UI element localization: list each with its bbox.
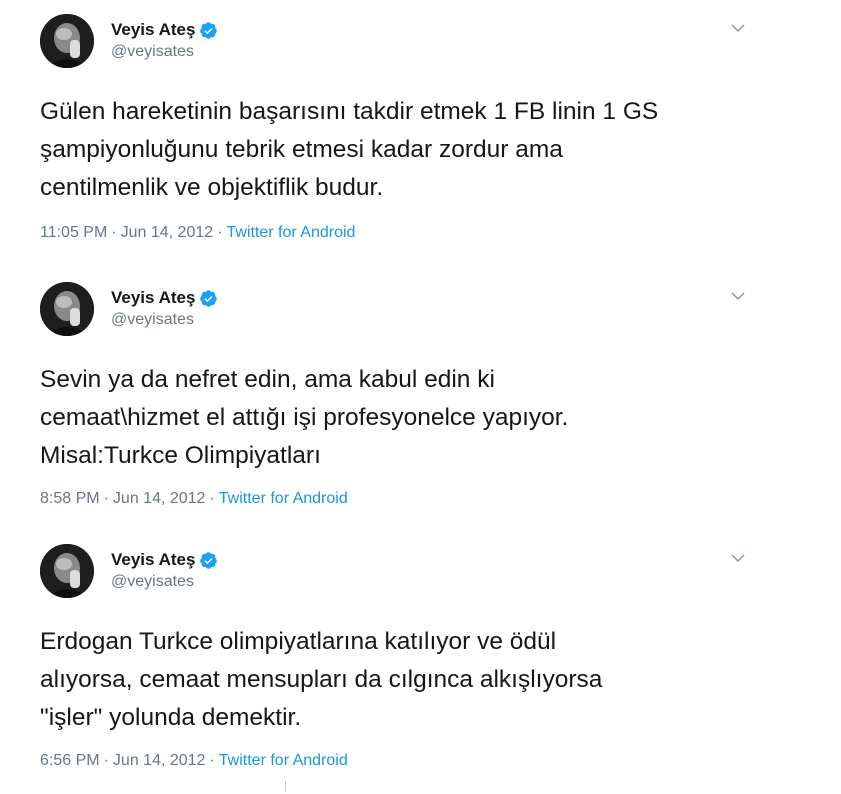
avatar-image — [40, 544, 94, 598]
author-handle[interactable]: @veyisates — [111, 573, 194, 591]
tweet-date[interactable]: Jun 14, 2012 — [121, 224, 214, 241]
avatar[interactable] — [40, 282, 94, 336]
verified-badge-icon — [199, 21, 218, 40]
tweet-text: Erdogan Turkce olimpiyatlarına katılıyor… — [40, 623, 800, 737]
tweet-text-line: alıyorsa, cemaat mensupları da cılgınca … — [40, 666, 603, 693]
chevron-down-icon[interactable] — [728, 286, 748, 306]
tweet-time[interactable]: 6:56 PM — [40, 752, 100, 769]
avatar[interactable] — [40, 14, 94, 68]
meta-separator: · — [103, 490, 109, 507]
meta-separator: · — [217, 224, 223, 241]
tweet-time[interactable]: 8:58 PM — [40, 490, 100, 507]
avatar-image — [40, 282, 94, 336]
tweet-date[interactable]: Jun 14, 2012 — [113, 752, 206, 769]
tweet-time[interactable]: 11:05 PM — [40, 224, 107, 241]
tweet-text-line: Sevin ya da nefret edin, ama kabul edin … — [40, 366, 495, 393]
display-name[interactable]: Veyis Ateş — [111, 288, 195, 308]
meta-separator: · — [209, 490, 215, 507]
verified-badge-icon — [199, 551, 218, 570]
tweet-date[interactable]: Jun 14, 2012 — [113, 490, 206, 507]
chevron-down-icon[interactable] — [728, 18, 748, 38]
meta-separator: · — [111, 224, 117, 241]
meta-separator: · — [209, 752, 215, 769]
tweet-text-line: cemaat\hizmet el attığı işi profesyonelc… — [40, 404, 569, 431]
display-name[interactable]: Veyis Ateş — [111, 550, 195, 570]
verified-badge-icon — [199, 289, 218, 308]
tweet-source-link[interactable]: Twitter for Android — [219, 752, 348, 769]
author-handle[interactable]: @veyisates — [111, 43, 194, 61]
tweet-text-line: Gülen hareketinin başarısını takdir etme… — [40, 98, 659, 125]
tweet-source-link[interactable]: Twitter for Android — [219, 490, 348, 507]
tweet-text: Sevin ya da nefret edin, ama kabul edin … — [40, 361, 800, 475]
display-name[interactable]: Veyis Ateş — [111, 20, 195, 40]
chevron-down-icon[interactable] — [728, 548, 748, 568]
author-row: Veyis Ateş — [111, 549, 218, 571]
meta-separator: · — [103, 752, 109, 769]
avatar-image — [40, 14, 94, 68]
tweet-text-line: centilmenlik ve objektiflik budur. — [40, 174, 384, 201]
tweet-meta: 6:56 PM · Jun 14, 2012 · Twitter for Android — [40, 752, 348, 770]
tweet-text-line: şampiyonluğunu tebrik etmesi kadar zordu… — [40, 136, 563, 163]
tweet-text-line: "işler" yolunda demektir. — [40, 704, 302, 731]
tweet-text: Gülen hareketinin başarısını takdir etme… — [40, 93, 800, 207]
tweet-text-line: Erdogan Turkce olimpiyatlarına katılıyor… — [40, 628, 557, 655]
author-handle[interactable]: @veyisates — [111, 311, 194, 329]
tweet-meta: 11:05 PM · Jun 14, 2012 · Twitter for Androi… — [40, 224, 355, 242]
author-row: Veyis Ateş — [111, 287, 218, 309]
avatar[interactable] — [40, 544, 94, 598]
divider — [285, 781, 286, 792]
tweet-source-link[interactable]: Twitter for Android — [226, 224, 355, 241]
author-row: Veyis Ateş — [111, 19, 218, 41]
tweet-text-line: Misal:Turkce Olimpiyatları — [40, 442, 321, 469]
tweet-meta: 8:58 PM · Jun 14, 2012 · Twitter for Android — [40, 490, 348, 508]
